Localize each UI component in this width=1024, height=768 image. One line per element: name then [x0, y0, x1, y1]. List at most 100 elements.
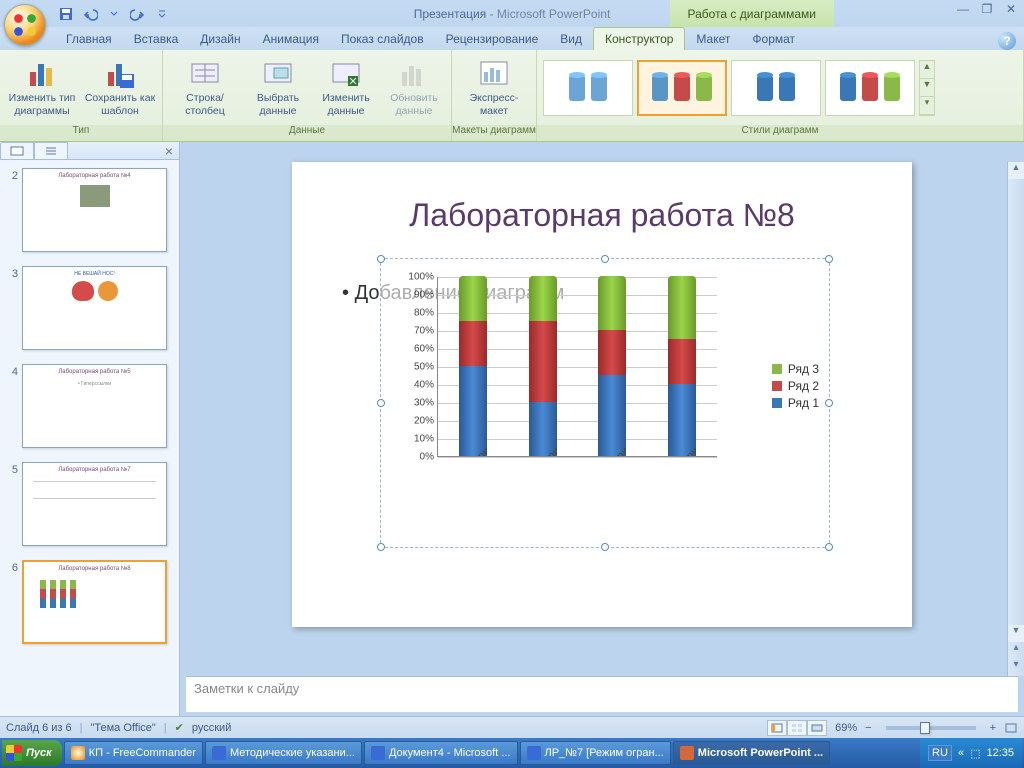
edit-data-button[interactable]: Изменить данные	[313, 53, 379, 123]
notes-pane[interactable]: Заметки к слайду	[186, 676, 1018, 712]
zoom-out-button[interactable]: −	[865, 722, 871, 734]
select-data-button[interactable]: Выбрать данные	[245, 53, 311, 123]
spellcheck-icon[interactable]: ✔	[175, 721, 184, 734]
slide-thumbnail-2[interactable]: Лабораторная работа №4	[22, 168, 167, 252]
vertical-scrollbar[interactable]: ▲▼ ▴▾	[1007, 162, 1024, 676]
tab-home[interactable]: Главная	[55, 28, 123, 50]
qat-customize[interactable]	[151, 4, 173, 24]
tray-expand[interactable]: «	[958, 747, 964, 759]
start-button[interactable]: Пуск	[2, 740, 62, 766]
redo-button[interactable]	[127, 4, 149, 24]
thumbnail-list: 2 Лабораторная работа №4 3 НЕ ВЕШАЙ НОС!…	[0, 160, 179, 658]
change-chart-type-button[interactable]: Изменить тип диаграммы	[4, 53, 80, 123]
slide-thumbnail-3[interactable]: НЕ ВЕШАЙ НОС!	[22, 266, 167, 350]
chart-style-4[interactable]	[825, 60, 915, 116]
quick-access-toolbar	[55, 4, 173, 24]
slide: Лабораторная работа №8 Добавление диагра…	[292, 162, 912, 627]
switch-row-col-button[interactable]: Строка/столбец	[167, 53, 243, 123]
chart-type-icon	[26, 58, 58, 90]
undo-button[interactable]	[79, 4, 101, 24]
tab-design[interactable]: Дизайн	[189, 28, 251, 50]
taskbar-item[interactable]: Методические указани...	[205, 741, 362, 765]
thumb-number: 5	[6, 462, 18, 476]
thumb-row: 6 Лабораторная работа №8	[0, 556, 179, 654]
minimize-button[interactable]: —	[954, 2, 972, 16]
group-layouts: Экспресс-макет Макеты диаграмм	[452, 50, 537, 141]
slide-thumbnail-6[interactable]: Лабораторная работа №8	[22, 560, 167, 644]
tab-slideshow[interactable]: Показ слайдов	[330, 28, 435, 50]
powerpoint-icon	[680, 746, 694, 760]
taskbar-item[interactable]: КП - FreeCommander	[64, 741, 203, 765]
group-styles-label: Стили диаграмм	[537, 125, 1023, 141]
status-bar: Слайд 6 из 6| "Тема Office"| ✔ русский 6…	[0, 716, 1024, 738]
style-gallery-scroll[interactable]: ▲▼▾	[919, 60, 935, 116]
fit-button[interactable]	[1004, 722, 1018, 734]
thumb-number: 4	[6, 364, 18, 378]
panel-close[interactable]: ×	[161, 143, 177, 159]
word-icon	[371, 746, 385, 760]
title-bar: Презентация - Microsoft PowerPoint Работ…	[0, 0, 1024, 27]
slides-tab[interactable]	[0, 142, 34, 160]
save-template-button[interactable]: Сохранить как шаблон	[82, 53, 158, 123]
sorter-view-button[interactable]	[787, 720, 807, 736]
document-name: Презентация	[414, 7, 487, 21]
tab-animation[interactable]: Анимация	[252, 28, 330, 50]
prev-slide-button[interactable]: ▴	[1008, 642, 1024, 659]
edit-data-icon	[330, 58, 362, 90]
tab-review[interactable]: Рецензирование	[435, 28, 550, 50]
taskbar-item[interactable]: ЛР_№7 [Режим огран...	[520, 741, 671, 765]
slide-thumbnail-5[interactable]: Лабораторная работа №7	[22, 462, 167, 546]
zoom-slider[interactable]	[886, 726, 976, 730]
close-button[interactable]: ✕	[1002, 2, 1020, 16]
tray-icon[interactable]: ⬚	[970, 747, 980, 760]
clock[interactable]: 12:35	[986, 747, 1014, 759]
thumb-row: 2 Лабораторная работа №4	[0, 164, 179, 262]
chart-style-2[interactable]	[637, 60, 727, 116]
slide-canvas[interactable]: Лабораторная работа №8 Добавление диагра…	[180, 162, 1024, 676]
chart-style-3[interactable]	[731, 60, 821, 116]
view-buttons	[767, 720, 827, 736]
refresh-label: Обновить данные	[383, 92, 445, 116]
taskbar-item-active[interactable]: Microsoft PowerPoint ...	[673, 741, 830, 765]
next-slide-button[interactable]: ▾	[1008, 659, 1024, 676]
language-indicator[interactable]: русский	[192, 722, 231, 734]
switch-label: Строка/столбец	[169, 92, 241, 116]
office-button[interactable]	[4, 4, 46, 46]
quick-layout-button[interactable]: Экспресс-макет	[456, 53, 532, 123]
group-data: Строка/столбец Выбрать данные Изменить д…	[163, 50, 452, 141]
slide-title[interactable]: Лабораторная работа №8	[292, 162, 912, 234]
chart-style-1[interactable]	[543, 60, 633, 116]
thumb-row: 5 Лабораторная работа №7	[0, 458, 179, 556]
taskbar-item[interactable]: Документ4 - Microsoft ...	[364, 741, 518, 765]
chart-legend: Ряд 3Ряд 2Ряд 1	[772, 359, 819, 413]
edit-data-label: Изменить данные	[315, 92, 377, 116]
tab-insert[interactable]: Вставка	[123, 28, 190, 50]
tab-chart-layout[interactable]: Макет	[685, 28, 741, 50]
thumb-row: 3 НЕ ВЕШАЙ НОС!	[0, 262, 179, 360]
slide-thumbnail-4[interactable]: Лабораторная работа №5• Гиперссылки	[22, 364, 167, 448]
language-bar[interactable]: RU	[928, 745, 952, 761]
undo-dropdown[interactable]	[103, 4, 125, 24]
chart-plot: 0%10%20%30%40%50%60%70%80%90%100%Категор…	[437, 277, 717, 457]
normal-view-button[interactable]	[767, 720, 787, 736]
refresh-data-button[interactable]: Обновить данные	[381, 53, 447, 123]
slideshow-view-button[interactable]	[807, 720, 827, 736]
tab-chart-format[interactable]: Формат	[741, 28, 806, 50]
tab-view[interactable]: Вид	[549, 28, 593, 50]
maximize-button[interactable]: ❐	[978, 2, 996, 16]
group-type-label: Тип	[0, 125, 162, 141]
chart-object[interactable]: 0%10%20%30%40%50%60%70%80%90%100%Категор…	[380, 258, 830, 548]
zoom-in-button[interactable]: +	[990, 722, 996, 734]
theme-indicator: "Тема Office"	[91, 722, 156, 734]
slide-indicator: Слайд 6 из 6	[6, 722, 72, 734]
zoom-value[interactable]: 69%	[835, 722, 857, 734]
editor-area: Лабораторная работа №8 Добавление диагра…	[180, 142, 1024, 716]
window-controls: — ❐ ✕	[954, 2, 1020, 16]
help-button[interactable]: ?	[998, 32, 1016, 50]
ribbon-tabs: Главная Вставка Дизайн Анимация Показ сл…	[0, 27, 1024, 50]
group-data-label: Данные	[163, 125, 451, 141]
outline-tab[interactable]	[34, 142, 68, 160]
tab-chart-design[interactable]: Конструктор	[593, 27, 685, 50]
save-template-label: Сохранить как шаблон	[84, 92, 156, 116]
save-button[interactable]	[55, 4, 77, 24]
